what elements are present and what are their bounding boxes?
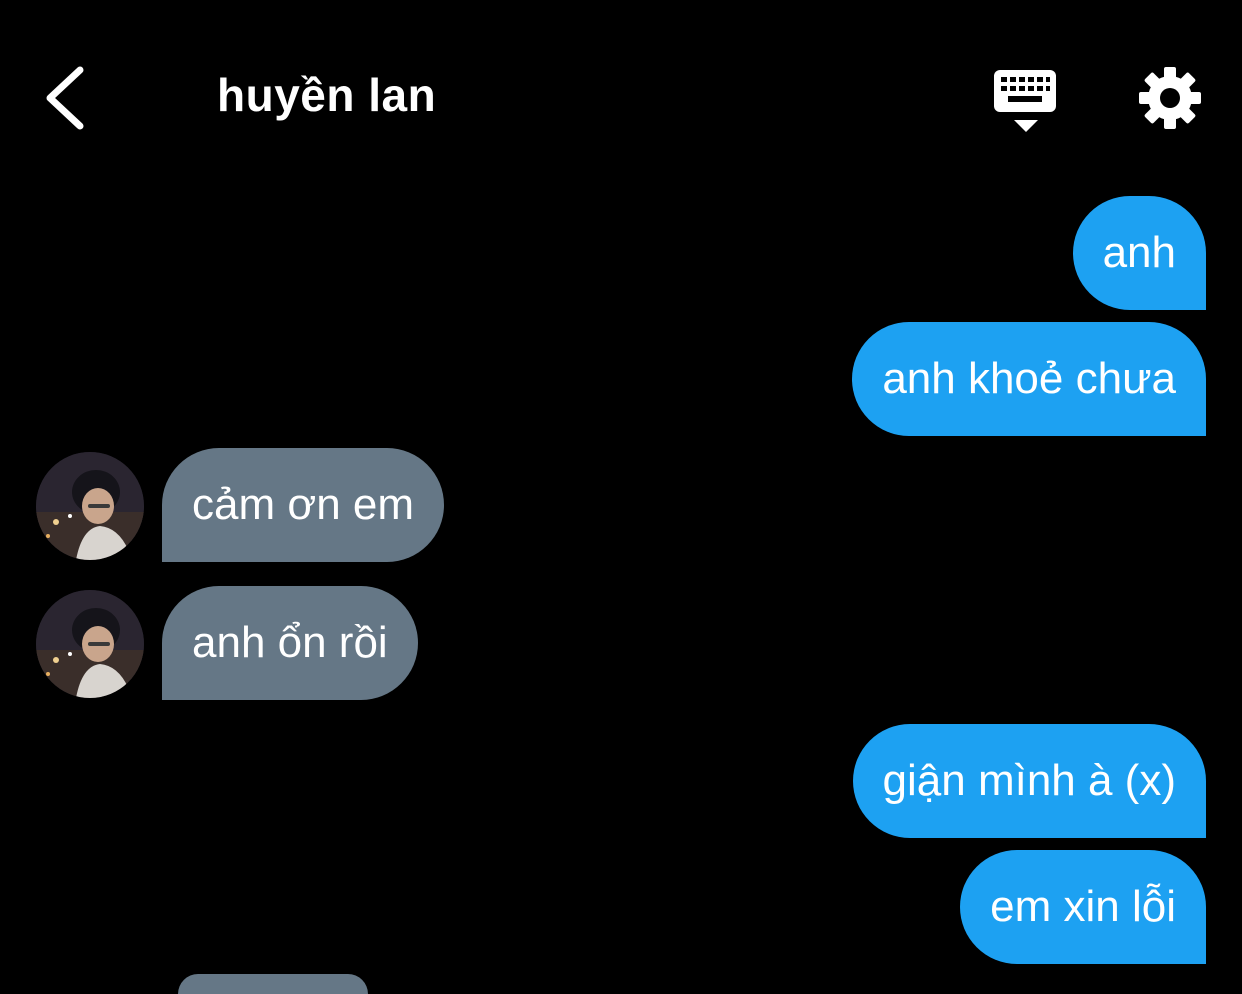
keyboard-button[interactable] [988,62,1064,138]
received-message-bubble[interactable]: anh ổn rồi [162,586,418,700]
keyboard-icon [994,70,1056,132]
conversation-title: huyền lan [217,69,437,121]
settings-button[interactable] [1136,64,1204,132]
sent-message-bubble[interactable]: em xin lỗi [960,850,1206,964]
sent-message-bubble[interactable]: giận mình à (x) [852,724,1206,838]
avatar[interactable] [36,590,144,698]
sent-message-bubble[interactable]: anh [1072,196,1206,310]
received-message-bubble[interactable]: cảm ơn em [162,448,445,562]
message-row: anh ổn rồi [0,586,1242,700]
message-row: anh [0,196,1242,310]
message-row: cảm ơn em [0,448,1242,562]
avatar[interactable] [36,452,144,560]
back-button[interactable] [36,58,106,138]
avatar-photo [36,452,144,560]
message-row: em xin lỗi [0,850,1242,964]
avatar-photo [36,590,144,698]
received-message-bubble-partial[interactable] [178,974,368,994]
gear-icon [1139,67,1201,129]
chevron-left-icon [46,66,84,130]
message-row: anh khoẻ chưa [0,322,1242,436]
sent-message-bubble[interactable]: anh khoẻ chưa [852,322,1206,436]
conversation-header: huyền lan [0,0,1242,190]
message-row: giận mình à (x) [0,724,1242,838]
